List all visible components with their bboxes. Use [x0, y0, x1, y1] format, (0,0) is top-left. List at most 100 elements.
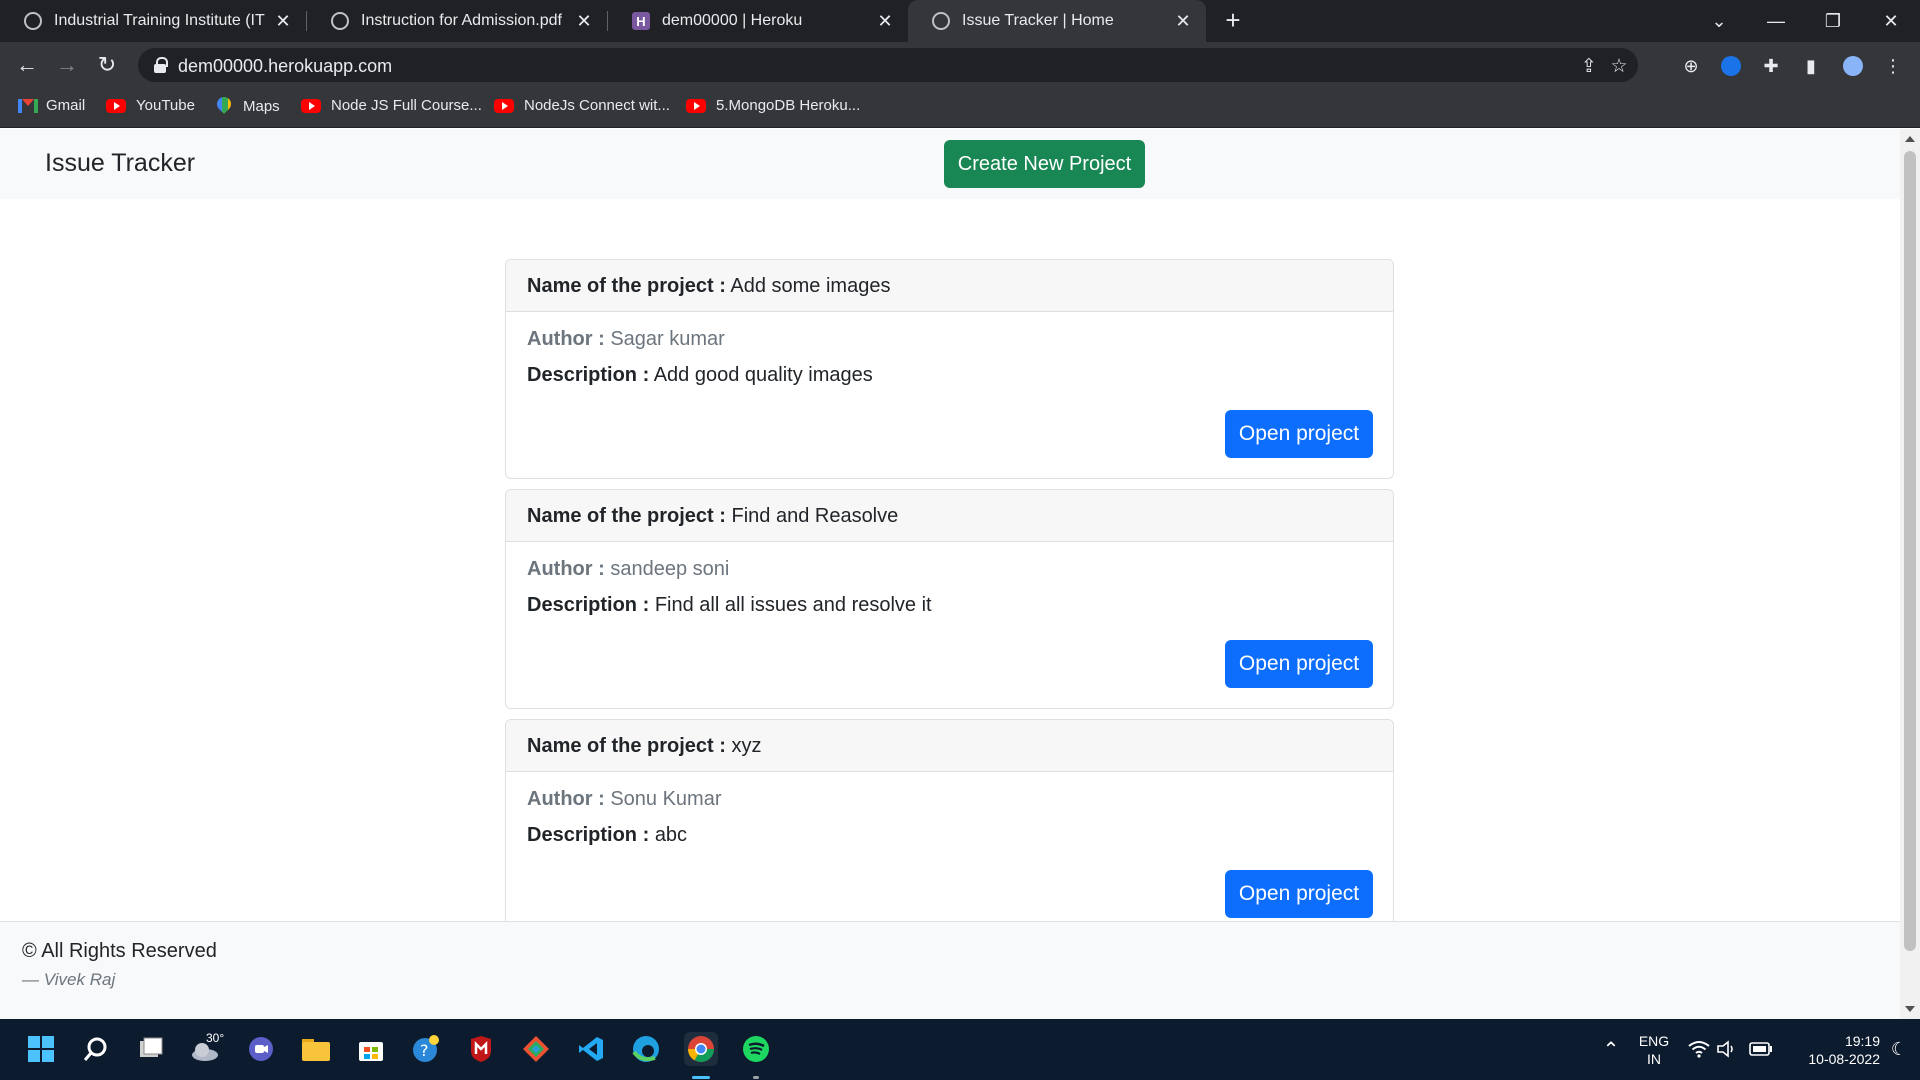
- close-icon[interactable]: ✕: [274, 11, 292, 31]
- card-body: Author : Sonu Kumar Description : abc: [506, 772, 1393, 863]
- bookmark-label: NodeJs Connect wit...: [524, 97, 670, 114]
- open-project-button[interactable]: Open project: [1225, 410, 1373, 458]
- project-name: Add some images: [730, 275, 891, 297]
- gmail-icon: [18, 98, 38, 113]
- description-label: Description :: [527, 364, 650, 386]
- bookmark-label: Gmail: [46, 97, 86, 114]
- bookmark-node-course[interactable]: Node JS Full Course...: [301, 97, 482, 114]
- browser-tab-strip: Industrial Training Institute (ITI), ✕ I…: [0, 0, 1920, 42]
- maps-icon: [217, 97, 231, 115]
- active-app-indicator: [692, 1076, 710, 1079]
- open-project-button[interactable]: Open project: [1225, 640, 1373, 688]
- youtube-icon: [494, 98, 514, 113]
- chevron-up-icon[interactable]: ⌃: [1594, 1032, 1628, 1066]
- create-project-button[interactable]: Create New Project: [944, 140, 1145, 188]
- bookmark-label: Node JS Full Course...: [331, 97, 482, 114]
- bookmark-gmail[interactable]: Gmail: [18, 97, 85, 114]
- puzzle-icon[interactable]: ✚: [1758, 53, 1784, 79]
- window-close-icon[interactable]: ✕: [1866, 0, 1916, 42]
- close-icon[interactable]: ✕: [575, 11, 593, 31]
- battery-icon[interactable]: [1744, 1032, 1778, 1066]
- bookmark-label: 5.MongoDB Heroku...: [716, 97, 861, 114]
- search-icon[interactable]: [79, 1032, 113, 1066]
- windows-taskbar: 30° ? ⌃ ENG IN 19:19 10-08-2022 ☾: [0, 1019, 1920, 1080]
- reload-icon[interactable]: ↻: [92, 50, 122, 80]
- windows-start-icon[interactable]: [24, 1032, 58, 1066]
- description-label: Description :: [527, 824, 650, 846]
- tab-search-icon[interactable]: ⌄: [1694, 0, 1744, 42]
- menu-icon[interactable]: ⋮: [1880, 53, 1906, 79]
- mcafee-icon[interactable]: [464, 1032, 498, 1066]
- chrome-icon[interactable]: [684, 1032, 718, 1066]
- bookmarks-bar: Gmail YouTube Maps Node JS Full Course..…: [0, 88, 1920, 128]
- restore-icon[interactable]: ❐: [1808, 0, 1858, 42]
- browser-tab[interactable]: Industrial Training Institute (ITI), ✕: [0, 0, 306, 42]
- tab-title: dem00000 | Heroku: [662, 12, 803, 29]
- project-name: Find and Reasolve: [731, 505, 899, 527]
- tab-title: Issue Tracker | Home: [962, 12, 1114, 29]
- vscode-icon[interactable]: [574, 1032, 608, 1066]
- author-line: Author : Sagar kumar: [527, 328, 1372, 351]
- author-label: Author :: [527, 558, 605, 580]
- clock[interactable]: 19:19 10-08-2022: [1782, 1032, 1880, 1068]
- spotify-icon[interactable]: [739, 1032, 773, 1066]
- card-body: Author : Sagar kumar Description : Add g…: [506, 312, 1393, 403]
- description-line: Description : Add good quality images: [527, 364, 1372, 387]
- bookmark-youtube[interactable]: YouTube: [106, 97, 195, 114]
- author-label: Author :: [527, 788, 605, 810]
- teams-chat-icon[interactable]: [244, 1032, 278, 1066]
- globe-icon: [331, 12, 349, 30]
- author-label: Author :: [527, 328, 605, 350]
- volume-icon[interactable]: [1710, 1032, 1744, 1066]
- scrollbar-thumb[interactable]: [1904, 151, 1916, 951]
- side-panel-icon[interactable]: ▮: [1798, 53, 1824, 79]
- card-header: Name of the project : Find and Reasolve: [506, 490, 1393, 542]
- browser-tab-active[interactable]: Issue Tracker | Home ✕: [908, 0, 1206, 42]
- author-line: Author : sandeep soni: [527, 558, 1372, 581]
- globe-icon: [932, 12, 950, 30]
- notifications-icon[interactable]: ☾: [1882, 1032, 1916, 1066]
- task-view-icon[interactable]: [134, 1032, 168, 1066]
- language-indicator[interactable]: ENG IN: [1632, 1032, 1676, 1068]
- scroll-up-icon[interactable]: [1905, 136, 1915, 142]
- language-code: ENG: [1638, 1033, 1670, 1049]
- brand-title[interactable]: Issue Tracker: [45, 149, 195, 178]
- minimize-icon[interactable]: —: [1751, 0, 1801, 42]
- edge-icon[interactable]: [629, 1032, 663, 1066]
- get-help-icon[interactable]: ?: [409, 1032, 443, 1066]
- browser-tab[interactable]: H dem00000 | Heroku ✕: [608, 0, 908, 42]
- description-value: abc: [654, 824, 688, 846]
- forward-icon[interactable]: →: [52, 50, 82, 80]
- extension-icon[interactable]: [1718, 53, 1744, 79]
- star-icon[interactable]: ☆: [1608, 56, 1630, 78]
- file-explorer-icon[interactable]: [299, 1032, 333, 1066]
- description-line: Description : Find all all issues and re…: [527, 594, 1372, 617]
- bookmark-maps[interactable]: Maps: [217, 97, 280, 115]
- share-icon[interactable]: ⇪: [1578, 56, 1600, 78]
- url-text[interactable]: dem00000.herokuapp.com: [178, 56, 392, 77]
- close-icon[interactable]: ✕: [876, 11, 894, 31]
- browser-toolbar: ← → ↻ dem00000.herokuapp.com ⇪ ☆: [0, 42, 1920, 88]
- open-project-button[interactable]: Open project: [1225, 870, 1373, 918]
- profile-avatar[interactable]: [1840, 53, 1866, 79]
- microsoft-store-icon[interactable]: [354, 1032, 388, 1066]
- globe-icon: [24, 12, 42, 30]
- author-line: Author : Sonu Kumar: [527, 788, 1372, 811]
- page-footer: © All Rights Reserved — Vivek Raj: [0, 921, 1900, 1019]
- bookmark-node-connect[interactable]: NodeJs Connect wit...: [494, 97, 670, 114]
- project-card: Name of the project : Find and Reasolve …: [505, 489, 1394, 709]
- git-client-icon[interactable]: [519, 1032, 553, 1066]
- description-value: Find all all issues and resolve it: [654, 594, 932, 616]
- scroll-down-icon[interactable]: [1905, 1006, 1915, 1012]
- new-tab-button[interactable]: +: [1220, 7, 1246, 34]
- close-icon[interactable]: ✕: [1174, 11, 1192, 31]
- extension-icon[interactable]: ⊕: [1678, 53, 1704, 79]
- bookmark-mongodb[interactable]: 5.MongoDB Heroku...: [686, 97, 860, 114]
- back-icon[interactable]: ←: [12, 50, 42, 80]
- page-scrollbar[interactable]: [1900, 129, 1920, 1019]
- browser-tab[interactable]: Instruction for Admission.pdf ✕: [307, 0, 607, 42]
- lock-icon[interactable]: [154, 57, 168, 73]
- address-bar[interactable]: dem00000.herokuapp.com ⇪ ☆: [138, 48, 1638, 82]
- youtube-icon: [106, 98, 126, 113]
- heroku-icon: H: [632, 12, 650, 30]
